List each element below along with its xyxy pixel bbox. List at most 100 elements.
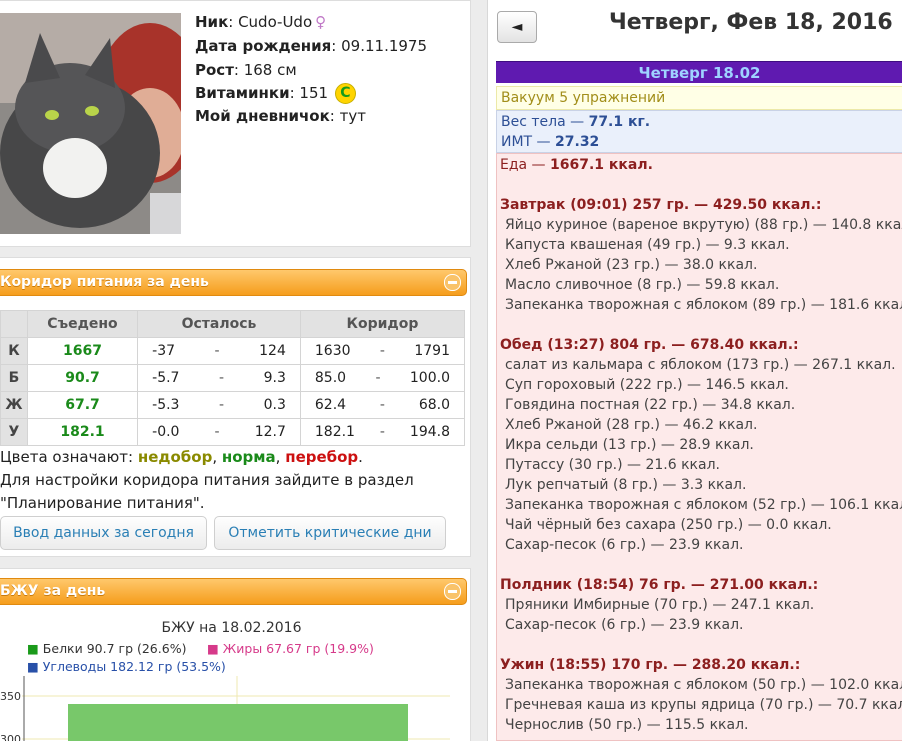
meal-item: Капуста квашеная (49 гр.) — 9.3 ккал.	[505, 237, 790, 253]
meal-item: Говядина постная (22 гр.) — 34.8 ккал.	[505, 397, 796, 413]
corr-to: 100.0	[409, 370, 450, 386]
food-total-label: Еда	[500, 157, 528, 173]
meal-item: Масло сливочное (8 гр.) — 59.8 ккал.	[505, 277, 780, 293]
day-title: Четверг, Фев 18, 2016	[609, 10, 893, 35]
legend-over: перебор	[285, 448, 359, 466]
table-row: Б 90.7 -5.7 - 9.3 85.0 - 100.0	[0, 364, 466, 392]
bju-chart-svg: 350 300	[0, 676, 450, 741]
birth-value: 09.11.1975	[341, 37, 428, 55]
y-tick-label: 350	[0, 690, 21, 703]
weight-line: Вес тела — 77.1 кг.	[501, 114, 651, 130]
prev-day-icon[interactable]: ◄	[497, 11, 537, 43]
meal-item: салат из кальмара с яблоком (173 гр.) — …	[505, 357, 896, 373]
colors-label: Цвета означают:	[0, 448, 134, 466]
activity-text[interactable]: Вакуум 5 упражнений	[501, 90, 665, 106]
meal-item: Хлеб Ржаной (23 гр.) — 38.0 ккал.	[505, 257, 758, 273]
config-hint-link[interactable]: "Планирование питания".	[0, 494, 205, 512]
mark-critical-days-button[interactable]: Отметить критические дни	[214, 516, 446, 550]
diary-link[interactable]: тут	[340, 107, 366, 125]
corridor-range: 62.4 - 68.0	[299, 391, 466, 419]
corridor-panel-header[interactable]: Коридор питания за день	[0, 269, 467, 296]
corr-from: 1630	[314, 343, 351, 359]
row-label: Б	[0, 364, 28, 392]
eaten-value: 90.7	[26, 364, 139, 392]
collapse-icon[interactable]	[444, 583, 461, 600]
meal-item: Сахар-песок (6 гр.) — 23.9 ккал.	[505, 537, 744, 553]
row-label: Ж	[0, 391, 28, 419]
table-header-row: Съедено Осталось Коридор	[0, 310, 466, 338]
day-header: Четверг 18.02	[496, 61, 902, 83]
food-total-value: 1667.1 ккал.	[550, 157, 653, 173]
meal-item: Запеканка творожная с яблоком (52 гр.) —…	[505, 497, 902, 513]
corr-from: 62.4	[314, 397, 347, 413]
left-from: -0.0	[152, 424, 180, 440]
profile-birth: Дата рождения: 09.11.1975	[195, 37, 428, 55]
corridor-table: Съедено Осталось Коридор К 1667 -37 - 124 …	[0, 310, 466, 446]
table-header-empty	[0, 310, 28, 338]
corridor-range: 85.0 - 100.0	[299, 364, 466, 392]
left-to: 9.3	[263, 370, 286, 386]
weight-block: Вес тела — 77.1 кг. ИМТ — 27.32	[496, 110, 902, 153]
meal-item: Запеканка творожная с яблоком (89 гр.) —…	[505, 297, 902, 313]
day-header-weekday: Четверг	[638, 64, 708, 82]
header-eaten: Съедено	[26, 310, 139, 338]
height-label: Рост	[195, 61, 234, 79]
collapse-icon[interactable]	[444, 274, 461, 291]
left-column: Ник: Cudo-Udo ♀ Дата рождения: 09.11.1975…	[0, 0, 487, 741]
meal-header-lunch: Обед (13:27) 804 гр. — 678.40 ккал.:	[500, 337, 799, 353]
color-legend: Цвета означают: недобор, норма, перебор.	[0, 448, 363, 466]
avatar[interactable]	[0, 13, 181, 234]
header-corridor: Коридор	[299, 310, 466, 338]
left-to: 124	[259, 343, 286, 359]
range-dash: -	[219, 370, 225, 386]
header-left: Осталось	[137, 310, 301, 338]
eaten-value: 67.7	[26, 391, 139, 419]
vitamins-label: Витаминки	[195, 84, 290, 102]
left-range: -5.7 - 9.3	[137, 364, 301, 392]
table-row: Ж 67.7 -5.3 - 0.3 62.4 - 68.0	[0, 391, 466, 419]
vitamin-c-icon[interactable]: C	[334, 83, 356, 104]
profile-diary: Мой дневничок: тут	[195, 107, 366, 125]
left-range: -37 - 124	[137, 337, 301, 365]
meal-item: Запеканка творожная с яблоком (50 гр.) —…	[505, 677, 902, 693]
profile-nick: Ник: Cudo-Udo ♀	[195, 13, 327, 31]
left-range: -5.3 - 0.3	[137, 391, 301, 419]
eaten-value: 182.1	[26, 418, 139, 446]
range-dash: -	[214, 343, 220, 359]
y-tick-label: 300	[0, 733, 21, 741]
bmi-line: ИМТ — 27.32	[501, 134, 600, 150]
range-dash: -	[214, 424, 220, 440]
height-value: 168 см	[243, 61, 297, 79]
weight-value: 77.1 кг.	[588, 114, 651, 130]
bju-panel-header[interactable]: БЖУ за день	[0, 578, 467, 605]
range-dash: -	[375, 370, 381, 386]
meal-item: Суп гороховый (222 гр.) — 146.5 ккал.	[505, 377, 789, 393]
profile-card: Ник: Cudo-Udo ♀ Дата рождения: 09.11.1975…	[0, 0, 471, 247]
nick-value: Cudo-Udo	[238, 13, 313, 31]
meal-item: Путассу (30 гр.) — 21.6 ккал.	[505, 457, 720, 473]
row-label: У	[0, 418, 28, 446]
table-row: У 182.1 -0.0 - 12.7 182.1 - 194.8	[0, 418, 466, 446]
corr-to: 68.0	[418, 397, 450, 413]
avatar-image	[0, 13, 181, 234]
enter-today-data-button[interactable]: Ввод данных за сегодня	[0, 516, 207, 550]
food-total-line: Еда — 1667.1 ккал.	[500, 157, 653, 173]
meal-item: Гречневая каша из крупы ядрица (70 гр.) …	[505, 697, 902, 713]
meal-item: Чай чёрный без сахара (250 гр.) — 0.0 кк…	[505, 517, 832, 533]
range-dash: -	[379, 424, 385, 440]
diary-label: Мой дневничок	[195, 107, 330, 125]
meal-item: Яйцо куриное (вареное вкрутую) (88 гр.) …	[505, 217, 902, 233]
eaten-value: 1667	[26, 337, 139, 365]
bmi-value: 27.32	[555, 134, 600, 150]
config-hint: Для настройки коридора питания зайдите в…	[0, 471, 414, 489]
left-range: -0.0 - 12.7	[137, 418, 301, 446]
corridor-range: 1630 - 1791	[299, 337, 466, 365]
nick-label: Ник	[195, 13, 229, 31]
range-dash: -	[379, 343, 385, 359]
left-from: -37	[152, 343, 176, 359]
birth-label: Дата рождения	[195, 37, 332, 55]
corr-from: 85.0	[314, 370, 347, 386]
profile-height: Рост: 168 см	[195, 61, 297, 79]
corridor-title: Коридор питания за день	[0, 274, 209, 290]
meal-item: Хлеб Ржаной (28 гр.) — 46.2 ккал.	[505, 417, 758, 433]
